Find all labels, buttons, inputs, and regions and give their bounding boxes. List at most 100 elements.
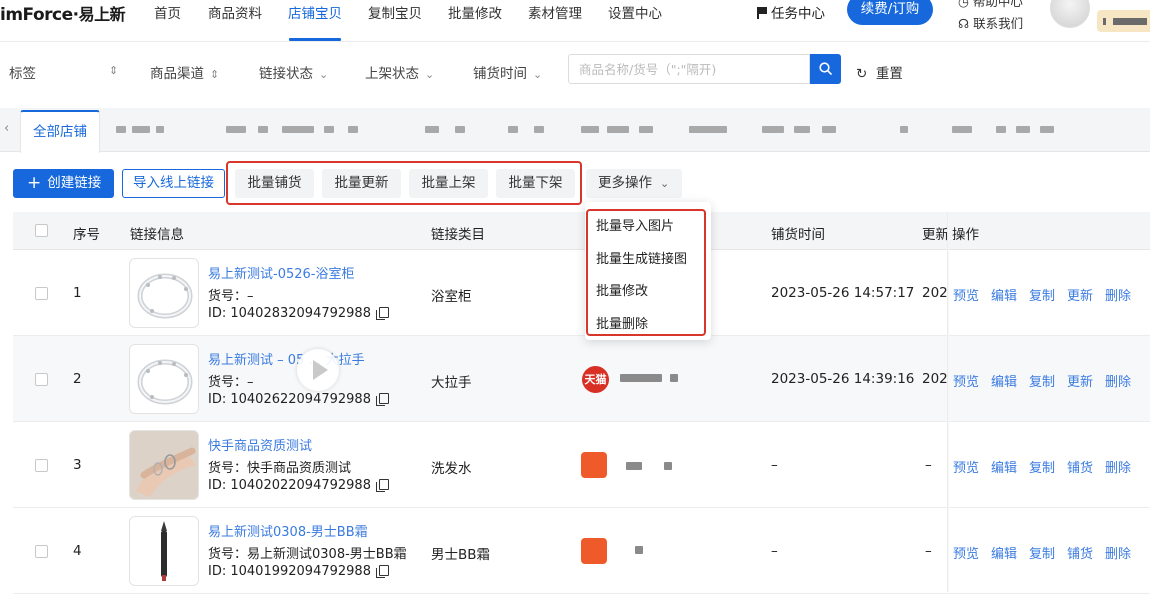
- preview-link[interactable]: 预览: [953, 543, 979, 562]
- shelf-status-filter[interactable]: 上架状态 ⌄: [365, 62, 434, 82]
- nav-settings-center[interactable]: 设置中心: [608, 2, 662, 22]
- store-tab[interactable]: [948, 118, 1058, 142]
- copy-icon[interactable]: [375, 393, 389, 406]
- list-link[interactable]: 铺货: [1067, 543, 1093, 562]
- list-link[interactable]: 铺货: [1067, 457, 1093, 476]
- link-title[interactable]: 易上新测试 – 05 … 大拉手: [208, 349, 365, 368]
- store-tab[interactable]: [683, 118, 743, 142]
- store-tab[interactable]: [500, 118, 560, 142]
- nav-home[interactable]: 首页: [154, 2, 181, 22]
- product-thumbnail[interactable]: [129, 258, 199, 328]
- copy-link[interactable]: 复制: [1029, 371, 1055, 390]
- link-status-filter[interactable]: 链接状态 ⌄: [259, 62, 328, 82]
- plus-icon: +: [27, 173, 42, 193]
- nav-material-management[interactable]: 素材管理: [528, 2, 582, 22]
- table-row[interactable]: 1 易上新测试-0526-浴室柜 货号：– ID: 10402832094792…: [13, 250, 1150, 336]
- column-category: 链接类目: [431, 227, 485, 243]
- bulk-unshelve-button[interactable]: 批量下架: [496, 169, 575, 198]
- row-index: 1: [73, 285, 82, 301]
- tag-filter-sort-icon[interactable]: ⇕: [103, 62, 118, 78]
- copy-link[interactable]: 复制: [1029, 543, 1055, 562]
- copy-icon[interactable]: [375, 565, 389, 578]
- reset-button[interactable]: ↻ 重置: [856, 62, 903, 82]
- bulk-shelve-button[interactable]: 批量上架: [409, 169, 488, 198]
- chevron-left-icon[interactable]: ‹: [4, 121, 9, 136]
- row-checkbox[interactable]: [35, 459, 48, 472]
- contact-us-link[interactable]: ☊ 联系我们: [958, 13, 1023, 32]
- sort-icon: ⇕: [210, 68, 220, 81]
- store-tab[interactable]: [395, 118, 485, 142]
- nav-active-indicator: [289, 38, 341, 41]
- copy-link[interactable]: 复制: [1029, 457, 1055, 476]
- product-thumbnail[interactable]: [129, 430, 199, 500]
- column-operations: 操作: [952, 227, 979, 243]
- edit-link[interactable]: 编辑: [991, 457, 1017, 476]
- search-input[interactable]: [569, 55, 809, 83]
- delete-link[interactable]: 删除: [1105, 371, 1131, 390]
- link-title[interactable]: 快手商品资质测试: [208, 435, 312, 454]
- user-name-chip[interactable]: [1097, 10, 1150, 32]
- preview-link[interactable]: 预览: [953, 285, 979, 304]
- row-checkbox[interactable]: [35, 287, 48, 300]
- listing-time-filter[interactable]: 铺货时间 ⌄: [473, 62, 542, 82]
- update-link[interactable]: 更新: [1067, 371, 1093, 390]
- search-button[interactable]: [810, 54, 841, 84]
- search-field[interactable]: [568, 54, 810, 84]
- logo[interactable]: imForce·易上新: [0, 1, 126, 25]
- tmall-channel-badge: 天猫: [582, 366, 609, 393]
- edit-link[interactable]: 编辑: [991, 543, 1017, 562]
- delete-link[interactable]: 删除: [1105, 543, 1131, 562]
- store-tab[interactable]: [760, 118, 850, 142]
- nav-store-items[interactable]: 店铺宝贝: [288, 2, 342, 22]
- menu-item-bulk-edit[interactable]: 批量修改: [596, 280, 648, 299]
- preview-link[interactable]: 预览: [953, 457, 979, 476]
- link-title[interactable]: 易上新测试0308-男士BB霜: [208, 521, 368, 540]
- more-actions-button[interactable]: 更多操作 ⌄: [586, 169, 682, 198]
- nav-bulk-edit[interactable]: 批量修改: [448, 2, 502, 22]
- copy-icon[interactable]: [375, 307, 389, 320]
- link-title[interactable]: 易上新测试-0526-浴室柜: [208, 263, 354, 282]
- store-tab[interactable]: [870, 118, 930, 142]
- nav-copy-items[interactable]: 复制宝贝: [368, 2, 422, 22]
- copy-link[interactable]: 复制: [1029, 285, 1055, 304]
- video-play-icon[interactable]: [297, 349, 339, 391]
- delete-link[interactable]: 删除: [1105, 457, 1131, 476]
- channel-filter[interactable]: 商品渠道 ⇕: [150, 62, 219, 82]
- nav-product-data[interactable]: 商品资料: [208, 2, 262, 22]
- product-thumbnail[interactable]: [129, 516, 199, 586]
- store-tab[interactable]: [575, 118, 665, 142]
- table-row[interactable]: 2 易上新测试 – 05 … 大拉手 货号：– ID: 104026220947…: [13, 336, 1150, 422]
- row-index: 4: [73, 543, 82, 559]
- tab-all-stores[interactable]: 全部店铺: [20, 110, 100, 153]
- listing-time: –: [771, 543, 778, 559]
- preview-link[interactable]: 预览: [953, 371, 979, 390]
- row-index: 2: [73, 371, 82, 387]
- table-row[interactable]: 4 易上新测试0308-男士BB霜 货号：易上新测试0308-男士BB霜 ID:…: [13, 508, 1150, 594]
- select-all-checkbox[interactable]: [35, 224, 48, 237]
- menu-item-bulk-generate-link-images[interactable]: 批量生成链接图: [596, 248, 687, 267]
- link-id: ID: 10402022094792988: [208, 478, 389, 493]
- table-row[interactable]: 3 快手商品资质测试 货号：快手商品资质测试 ID: 1040202209479…: [13, 422, 1150, 508]
- row-checkbox[interactable]: [35, 373, 48, 386]
- link-category: 浴室柜: [431, 289, 472, 305]
- copy-icon[interactable]: [375, 479, 389, 492]
- delete-link[interactable]: 删除: [1105, 285, 1131, 304]
- bulk-list-button[interactable]: 批量铺货: [235, 169, 314, 198]
- edit-link[interactable]: 编辑: [991, 371, 1017, 390]
- update-link[interactable]: 更新: [1067, 285, 1093, 304]
- create-link-button[interactable]: + 创建链接: [13, 169, 114, 198]
- avatar[interactable]: [1050, 0, 1090, 28]
- store-tab[interactable]: [110, 118, 190, 142]
- product-thumbnail[interactable]: [129, 344, 199, 414]
- edit-link[interactable]: 编辑: [991, 285, 1017, 304]
- row-checkbox[interactable]: [35, 545, 48, 558]
- renew-subscribe-button[interactable]: 续费/订购: [847, 0, 933, 25]
- help-center-link[interactable]: ◷ 帮助中心: [958, 0, 1023, 10]
- tag-filter[interactable]: 标签: [9, 62, 36, 82]
- task-center-link[interactable]: 任务中心: [757, 2, 825, 22]
- menu-item-bulk-delete[interactable]: 批量删除: [596, 313, 648, 332]
- store-tab[interactable]: [220, 118, 370, 142]
- menu-item-bulk-import-images[interactable]: 批量导入图片: [596, 215, 674, 234]
- import-online-link-button[interactable]: 导入线上链接: [122, 169, 225, 198]
- bulk-update-button[interactable]: 批量更新: [322, 169, 401, 198]
